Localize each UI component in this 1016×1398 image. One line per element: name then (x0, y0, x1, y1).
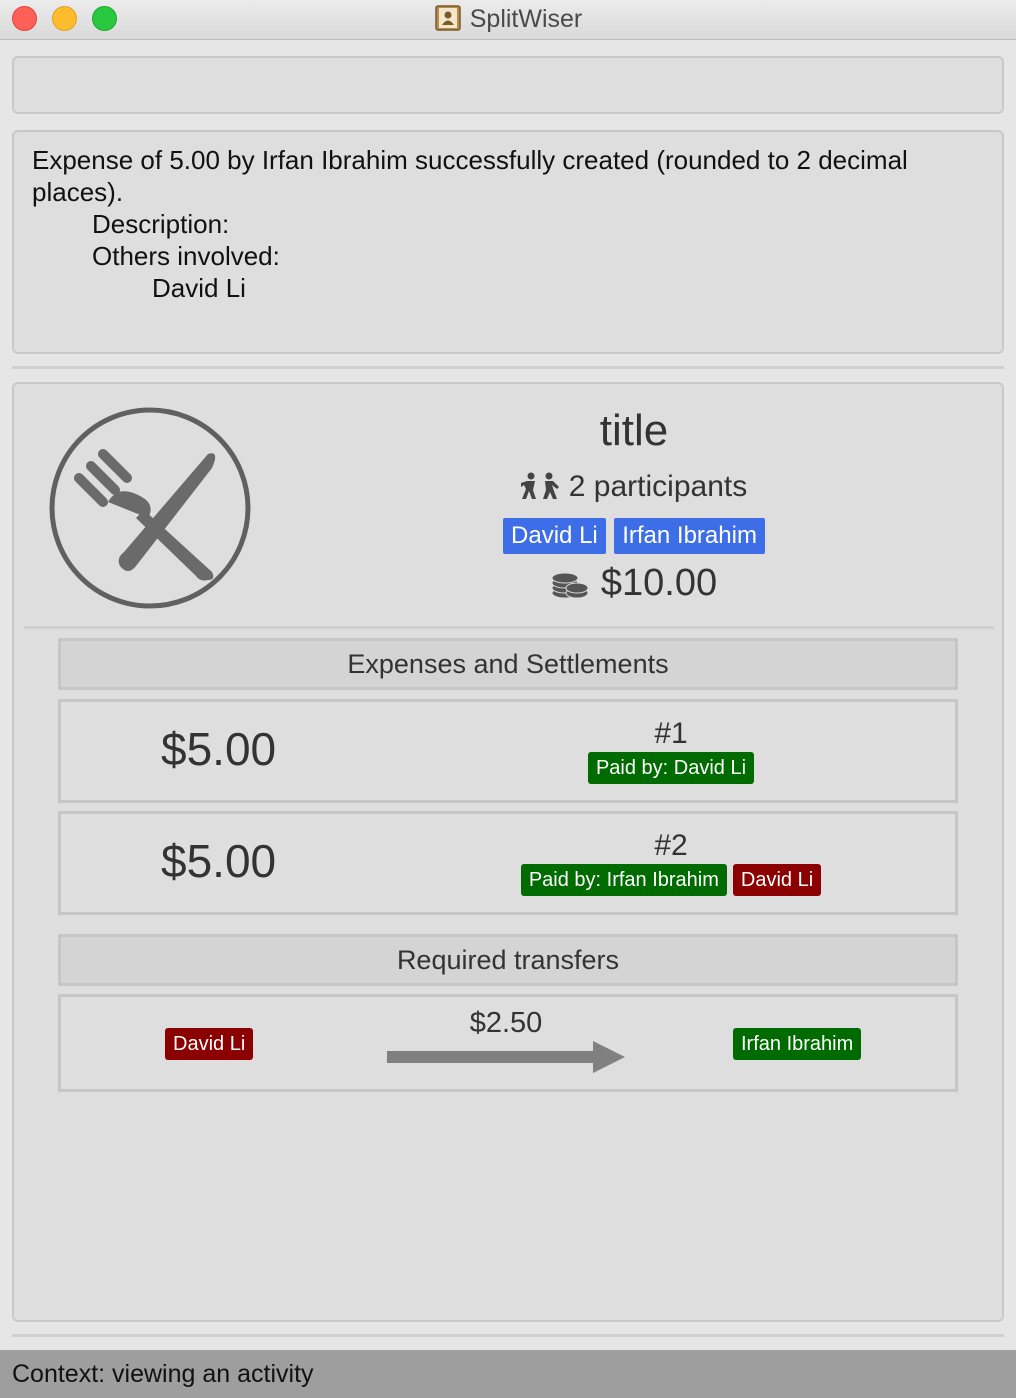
people-icon (520, 472, 559, 499)
window-title-text: SplitWiser (469, 5, 583, 33)
expense-meta: #1 Paid by: David Li (481, 716, 861, 784)
right-arrow-icon (387, 1041, 625, 1073)
expense-card[interactable]: $5.00 #2 Paid by: Irfan Ibrahim David Li (58, 811, 958, 915)
result-others-label: Others involved: (92, 241, 280, 271)
participant-tag[interactable]: Irfan Ibrahim (614, 518, 765, 554)
divider (24, 626, 994, 629)
activity-panel: title 2 participants David Li Irfan Ibra… (12, 382, 1004, 1322)
divider (12, 1334, 1004, 1337)
expense-amount: $5.00 (161, 723, 277, 775)
contacts-book-icon (434, 5, 461, 31)
transfer-card[interactable]: David Li $2.50 Irfan Ibrahim (58, 994, 958, 1092)
transfer-amount: $2.50 (469, 1007, 543, 1039)
transfer-from-tag: David Li (165, 1028, 254, 1060)
result-others-item: David Li (152, 273, 246, 303)
participants-count-text: 2 participants (568, 470, 748, 503)
participants-count: 2 participants (444, 470, 824, 504)
fork-knife-icon (49, 407, 251, 609)
transfers-section-header: Required transfers (58, 934, 958, 986)
involved-tag: David Li (732, 864, 822, 896)
result-message: Expense of 5.00 by Irfan Ibrahim success… (32, 145, 908, 207)
result-display: Expense of 5.00 by Irfan Ibrahim success… (12, 130, 1004, 354)
paid-by-tag: Paid by: David Li (587, 752, 755, 784)
status-bar: Context: viewing an activity (0, 1350, 1016, 1398)
window-title: SplitWiser (0, 4, 1016, 34)
participant-tag[interactable]: David Li (503, 518, 606, 554)
command-input[interactable] (12, 56, 1004, 114)
expense-meta: #2 Paid by: Irfan Ibrahim David Li (481, 828, 861, 896)
participant-tags: David Li Irfan Ibrahim (434, 518, 834, 554)
paid-by-tag: Paid by: Irfan Ibrahim (520, 864, 727, 896)
result-description-label: Description: (92, 209, 230, 239)
divider (12, 366, 1004, 369)
activity-total: $10.00 (444, 562, 824, 605)
expense-number: #1 (654, 717, 688, 750)
window-titlebar: SplitWiser (0, 0, 1016, 40)
coins-icon (551, 572, 589, 599)
activity-title: title (599, 406, 669, 455)
activity-total-text: $10.00 (600, 562, 718, 604)
transfer-to-tag: Irfan Ibrahim (733, 1028, 862, 1060)
expense-amount: $5.00 (161, 835, 277, 887)
expense-number: #2 (654, 829, 688, 862)
expenses-section-header: Expenses and Settlements (58, 638, 958, 690)
expense-card[interactable]: $5.00 #1 Paid by: David Li (58, 699, 958, 803)
